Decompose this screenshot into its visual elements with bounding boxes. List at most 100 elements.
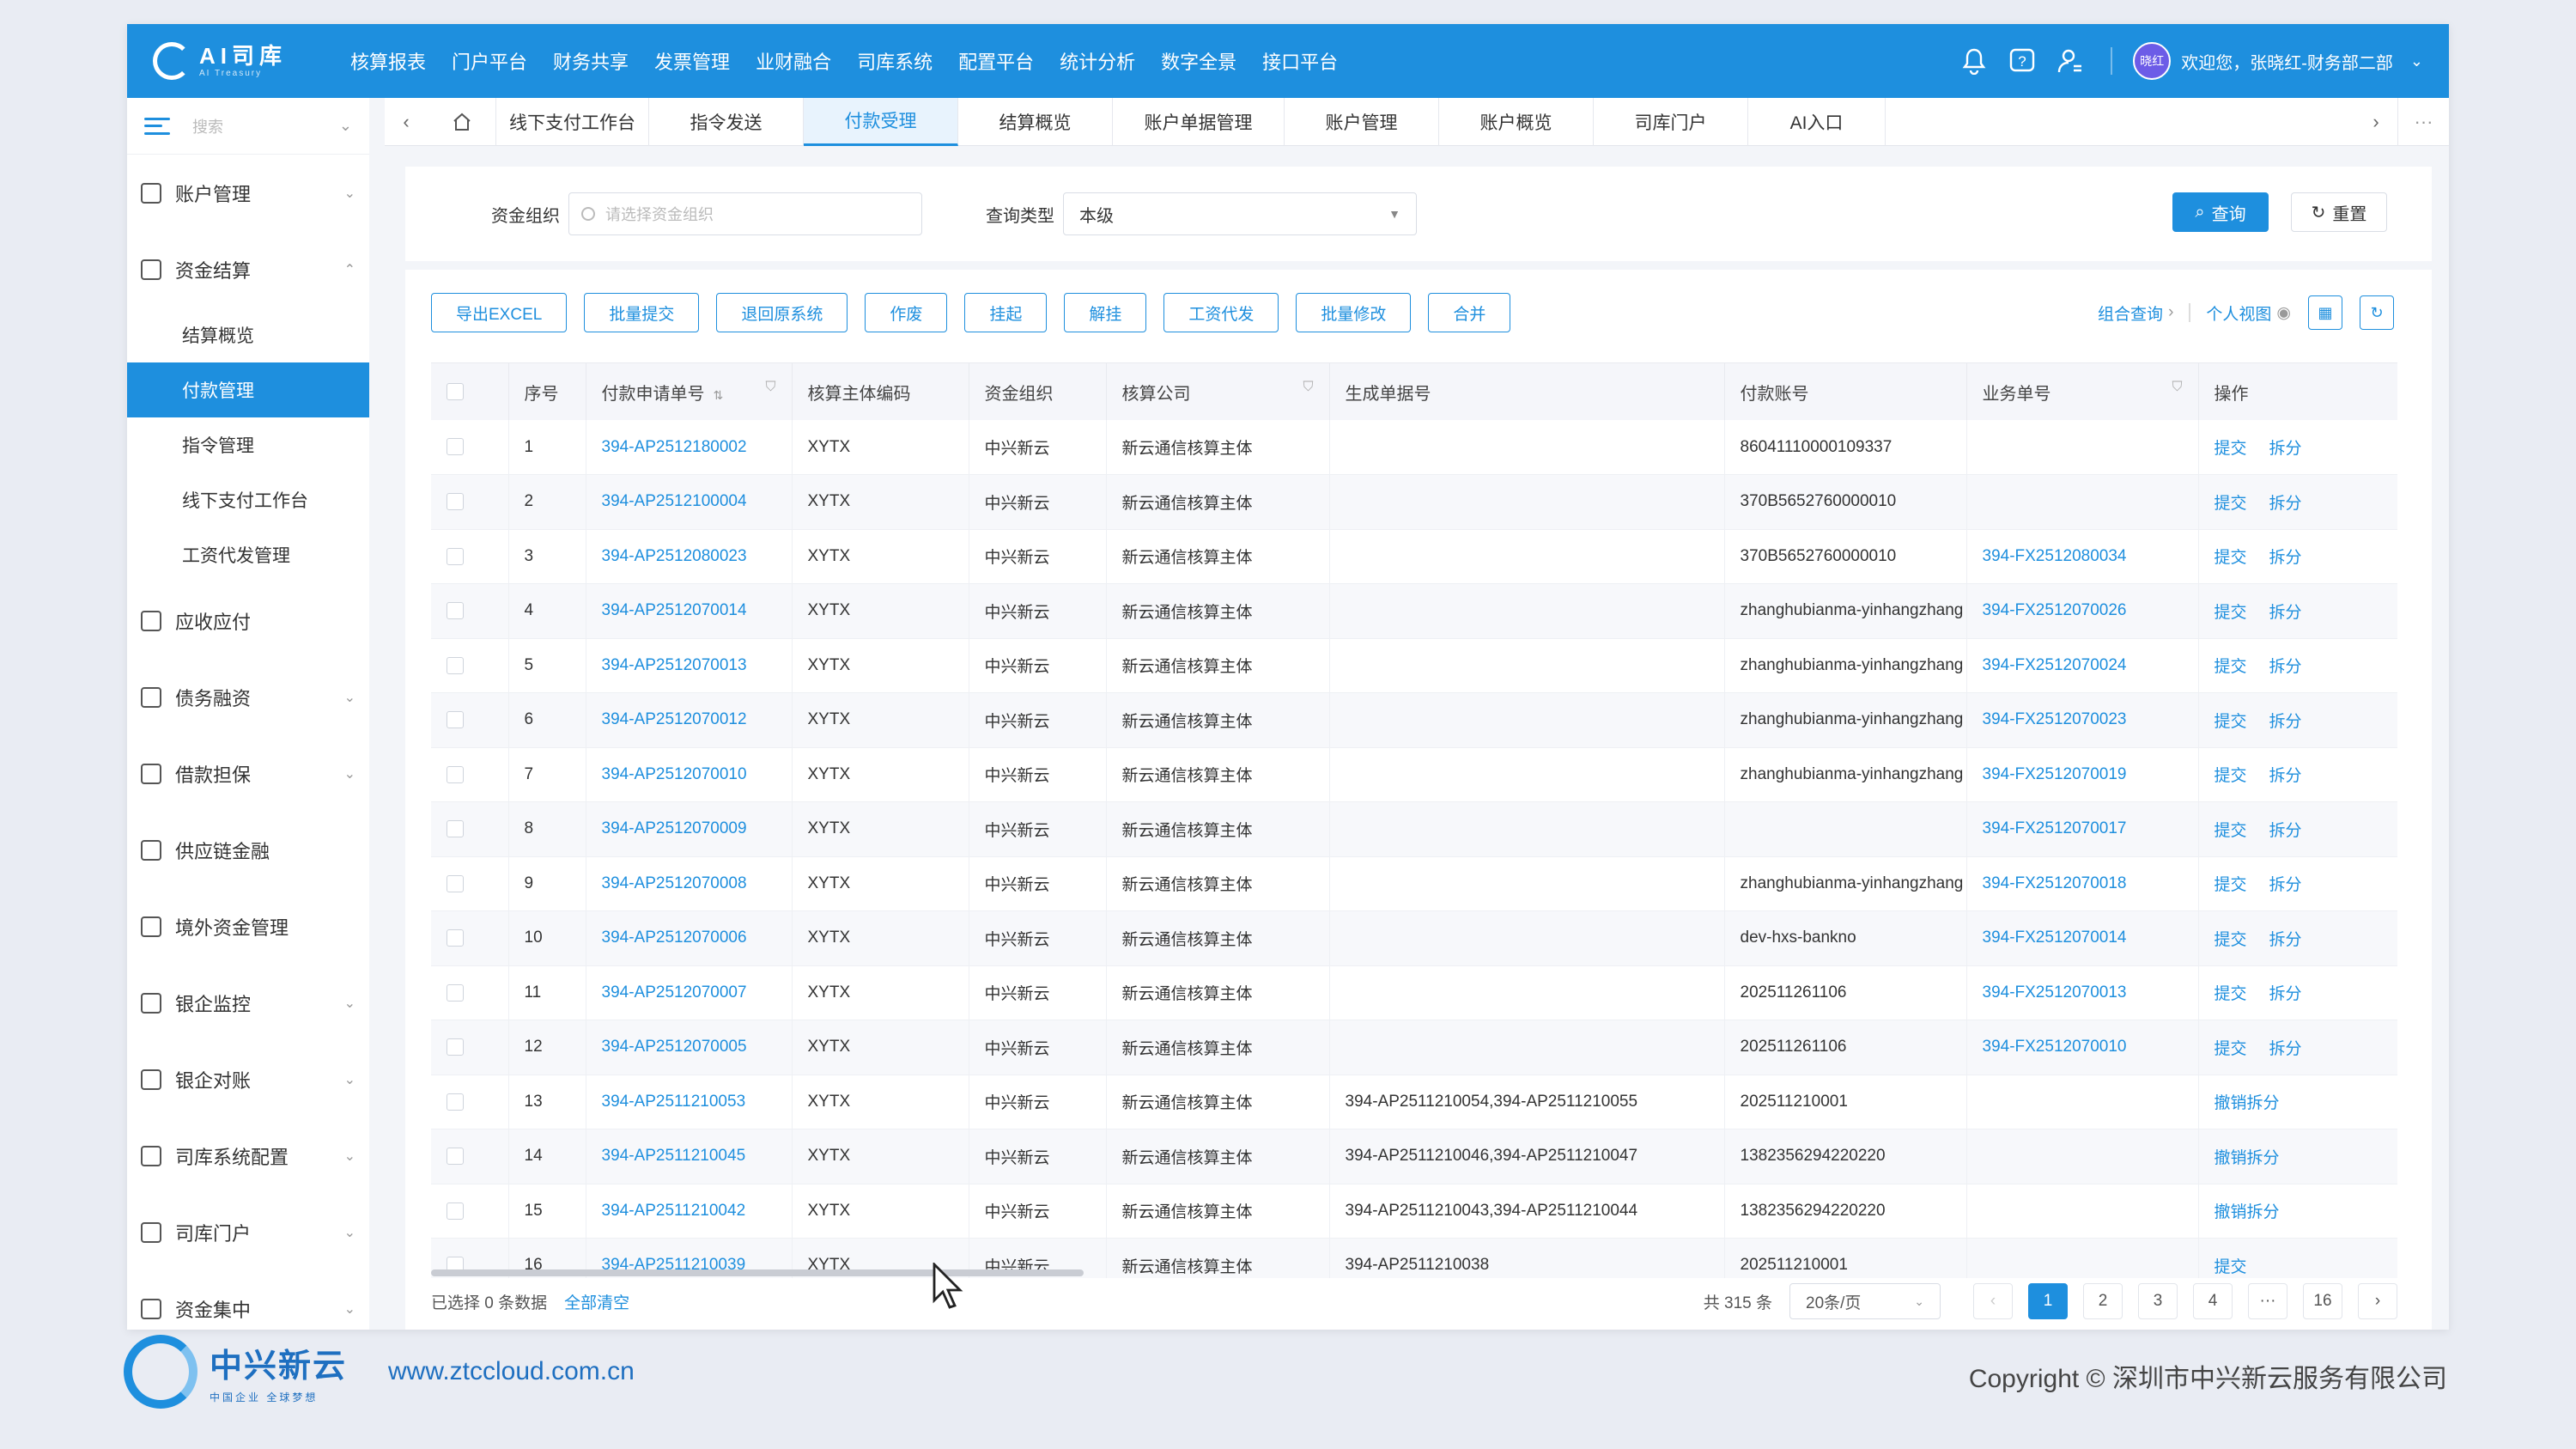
cell-biz-no[interactable]: 394-FX2512070013 <box>1966 965 2199 1020</box>
filter-icon[interactable]: ⛉ <box>2172 380 2182 395</box>
tab-offline-pay[interactable]: 线下支付工作台 <box>496 97 649 146</box>
tab-payment-accept[interactable]: 付款受理 <box>804 97 958 146</box>
table-row[interactable]: 5 394-AP2512070013 XYTX 中兴新云 新云通信核算主体 zhanghu… <box>431 638 2397 693</box>
cell-apply-no[interactable]: 394-AP2512070007 <box>586 965 793 1020</box>
row-checkbox[interactable] <box>447 929 464 947</box>
tab-account-docs[interactable]: 账户单据管理 <box>1113 97 1285 146</box>
checkbox[interactable] <box>431 474 509 530</box>
page-ellipsis[interactable]: ··· <box>2248 1283 2287 1319</box>
table-row[interactable]: 6 394-AP2512070012 XYTX 中兴新云 新云通信核算主体 zhanghu… <box>431 692 2397 748</box>
sidebar-item-supply-chain[interactable]: 供应链金融 <box>127 812 369 888</box>
table-row[interactable]: 10 394-AP2512070006 XYTX 中兴新云 新云通信核算主体 dev-hx… <box>431 910 2397 966</box>
menu-item-integration[interactable]: 业财融合 <box>756 47 831 75</box>
cell-biz-no[interactable]: 394-FX2512070017 <box>1966 801 2199 857</box>
sidebar-sub-instruction[interactable]: 指令管理 <box>127 417 369 472</box>
table-row[interactable]: 15 394-AP2511210042 XYTX 中兴新云 新云通信核算主体 394-AP… <box>431 1184 2397 1239</box>
row-action-link[interactable]: 拆分 <box>2269 931 2302 949</box>
sidebar-item-debt[interactable]: 债务融资 ⌄ <box>127 659 369 735</box>
row-action-link[interactable]: 提交 <box>2215 1258 2247 1276</box>
table-row[interactable]: 8 394-AP2512070009 XYTX 中兴新云 新云通信核算主体 394-FX2… <box>431 801 2397 857</box>
row-checkbox[interactable] <box>447 1148 464 1166</box>
cell-biz-no[interactable]: 394-FX2512070024 <box>1966 638 2199 693</box>
row-checkbox[interactable] <box>447 983 464 1002</box>
refresh-icon[interactable]: ↻ <box>2360 295 2394 330</box>
cell-apply-no[interactable]: 394-AP2512070009 <box>586 801 793 857</box>
cell-biz-no[interactable] <box>1966 1075 2199 1129</box>
sidebar-item-account[interactable]: 账户管理 ⌄ <box>127 155 369 231</box>
menu-item-interface[interactable]: 接口平台 <box>1262 47 1338 75</box>
sidebar-item-monitor[interactable]: 银企监控 ⌄ <box>127 965 369 1041</box>
tab-settlement-overview[interactable]: 结算概览 <box>958 97 1113 146</box>
row-checkbox[interactable] <box>447 493 464 511</box>
row-action-link[interactable]: 拆分 <box>2269 876 2302 894</box>
table-row[interactable]: 9 394-AP2512070008 XYTX 中兴新云 新云通信核算主体 zhanghu… <box>431 856 2397 911</box>
query-type-select[interactable]: 本级 ▼ <box>1063 192 1417 235</box>
chevron-left-icon[interactable]: ‹ <box>385 111 428 133</box>
page-size-select[interactable]: 20条/页 ⌄ <box>1789 1283 1941 1319</box>
row-action-link[interactable]: 拆分 <box>2269 440 2302 458</box>
row-checkbox[interactable] <box>447 656 464 674</box>
cell-apply-no[interactable]: 394-AP2512070014 <box>586 583 793 639</box>
page-3-button[interactable]: 3 <box>2138 1283 2178 1319</box>
checkbox[interactable] <box>431 965 509 1020</box>
cell-biz-no[interactable] <box>1966 1129 2199 1184</box>
checkbox[interactable] <box>431 420 509 475</box>
sidebar-item-config[interactable]: 司库系统配置 ⌄ <box>127 1117 369 1194</box>
sidebar-sub-overview[interactable]: 结算概览 <box>127 307 369 362</box>
org-input[interactable]: 请选择资金组织 <box>568 192 922 235</box>
row-action-link[interactable]: 提交 <box>2215 713 2247 731</box>
filter-icon[interactable]: ⛉ <box>765 380 775 395</box>
combo-query-link[interactable]: 组合查询 <box>2098 301 2163 325</box>
row-checkbox[interactable] <box>447 438 464 456</box>
cell-apply-no[interactable]: 394-AP2511210042 <box>586 1184 793 1239</box>
row-action-link[interactable]: 拆分 <box>2269 495 2302 513</box>
sidebar-sub-payroll[interactable]: 工资代发管理 <box>127 527 369 582</box>
batch-submit-button[interactable]: 批量提交 <box>584 293 700 332</box>
merge-button[interactable]: 合并 <box>1428 293 1511 332</box>
checkbox[interactable] <box>431 1075 509 1129</box>
menu-item-treasury[interactable]: 司库系统 <box>857 47 933 75</box>
row-action-link[interactable]: 提交 <box>2215 1040 2247 1058</box>
row-action-link[interactable]: 拆分 <box>2269 549 2302 567</box>
col-header-biz-no[interactable]: 业务单号 ⛉ <box>1966 363 2199 420</box>
menu-item-invoice[interactable]: 发票管理 <box>654 47 730 75</box>
sidebar-item-settlement[interactable]: 资金结算 ⌃ <box>127 231 369 307</box>
cell-apply-no[interactable]: 394-AP2512070013 <box>586 638 793 693</box>
user-greeting[interactable]: 欢迎您，张晓红-财务部二部 <box>2181 49 2393 74</box>
checkbox[interactable] <box>431 638 509 693</box>
row-checkbox[interactable] <box>447 1202 464 1220</box>
chevron-down-icon[interactable]: ⌄ <box>2410 52 2423 70</box>
checkbox[interactable] <box>431 583 509 639</box>
cell-biz-no[interactable] <box>1966 1238 2199 1278</box>
row-action-link[interactable]: 提交 <box>2215 985 2247 1003</box>
cell-apply-no[interactable]: 394-AP2512070006 <box>586 910 793 966</box>
cell-apply-no[interactable]: 394-AP2512070005 <box>586 1020 793 1075</box>
menu-item-shared-service[interactable]: 财务共享 <box>553 47 629 75</box>
row-action-link[interactable]: 拆分 <box>2269 604 2302 622</box>
row-checkbox[interactable] <box>447 602 464 620</box>
checkbox[interactable] <box>431 910 509 966</box>
sort-icon[interactable]: ⇅ <box>714 388 724 402</box>
table-row[interactable]: 1 394-AP2512180002 XYTX 中兴新云 新云通信核算主体 8604111… <box>431 420 2397 475</box>
personal-view-link[interactable]: 个人视图 <box>2206 301 2271 325</box>
cell-apply-no[interactable]: 394-AP2512100004 <box>586 474 793 530</box>
row-action-link[interactable]: 撤销拆分 <box>2215 1094 2280 1112</box>
chevron-right-icon[interactable]: › <box>2354 111 2397 133</box>
table-row[interactable]: 11 394-AP2512070007 XYTX 中兴新云 新云通信核算主体 202511… <box>431 965 2397 1020</box>
checkbox[interactable] <box>431 1020 509 1075</box>
checkbox[interactable] <box>431 529 509 584</box>
row-action-link[interactable]: 提交 <box>2215 876 2247 894</box>
row-action-link[interactable]: 提交 <box>2215 440 2247 458</box>
payroll-button[interactable]: 工资代发 <box>1163 293 1279 332</box>
sidebar-item-concentration[interactable]: 资金集中 ⌄ <box>127 1270 369 1330</box>
row-action-link[interactable]: 拆分 <box>2269 822 2302 840</box>
row-checkbox[interactable] <box>447 874 464 892</box>
row-action-link[interactable]: 撤销拆分 <box>2215 1149 2280 1167</box>
batch-edit-button[interactable]: 批量修改 <box>1296 293 1412 332</box>
cell-apply-no[interactable]: 394-AP2512080023 <box>586 529 793 584</box>
tab-account-manage[interactable]: 账户管理 <box>1285 97 1439 146</box>
app-logo[interactable]: AI司库 AI Treasury <box>127 24 350 98</box>
page-4-button[interactable]: 4 <box>2193 1283 2233 1319</box>
tab-ai-entry[interactable]: AI入口 <box>1748 97 1886 146</box>
cell-apply-no[interactable]: 394-AP2511210053 <box>586 1075 793 1129</box>
